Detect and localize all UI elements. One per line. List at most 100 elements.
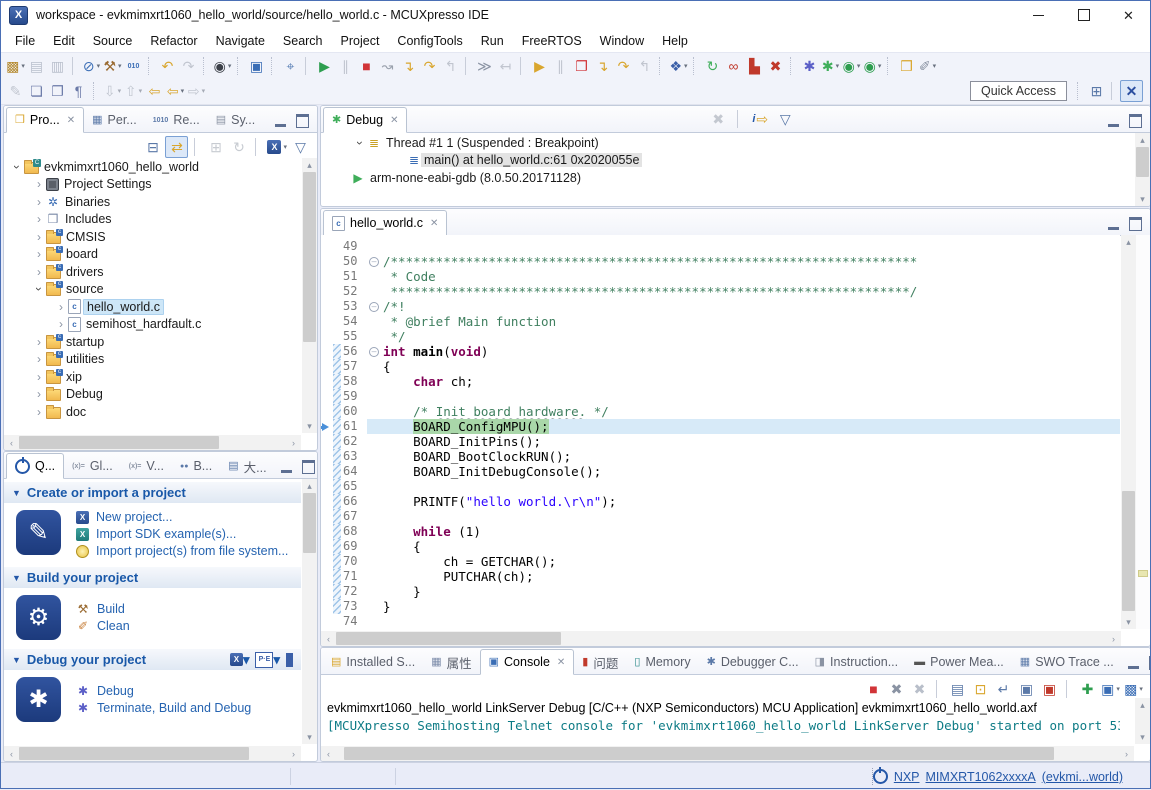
tab-project-explorer[interactable]: ❒Pro...✕ [6,107,84,133]
display-console-icon[interactable]: ▣▾ [1100,679,1121,699]
tab-power-measurement[interactable]: ▬Power Mea... [906,650,1012,674]
pin-console-icon[interactable]: ✚ [1077,679,1098,699]
scroll-down-arrow[interactable]: ▾ [1121,615,1136,629]
tab-global-variables[interactable]: (x)=Gl... [64,454,121,478]
code-line-59[interactable]: 59 [321,389,1120,404]
code-line-65[interactable]: 65 [321,479,1120,494]
minimize-view-icon[interactable] [1128,657,1139,669]
step-return-icon[interactable]: ↰ [440,56,461,76]
tab-close-icon[interactable]: ✕ [67,115,75,126]
pin-editor-icon[interactable]: ❏ [26,81,47,101]
code-line-69[interactable]: 69 { [321,539,1120,554]
tab-peripherals[interactable]: ▦Per... [84,108,145,132]
menu-search[interactable]: Search [274,32,332,50]
code-line-58[interactable]: 58 char ch; [321,374,1120,389]
code-editor[interactable]: 4950–/**********************************… [321,235,1120,629]
develop-perspective-button[interactable]: ✕ [1120,80,1143,102]
menu-navigate[interactable]: Navigate [207,32,274,50]
fold-collapse-icon[interactable]: – [369,302,379,312]
tree-item-includes[interactable]: ›❒Includes [6,211,301,229]
tab-quickstart[interactable]: Q... [6,453,64,479]
code-line-71[interactable]: 71 PUTCHAR(ch); [321,569,1120,584]
build-link[interactable]: ⚒Build [76,602,130,616]
tree-item-doc[interactable]: ›doc [6,403,301,421]
sdk-console-icon[interactable]: ▣ [246,56,267,76]
scroll-down-arrow[interactable]: ▾ [302,419,317,433]
code-line-53[interactable]: 53–/*! [321,299,1120,314]
open-resource-icon[interactable]: ❒ [896,56,917,76]
fold-collapse-icon[interactable]: – [369,257,379,267]
menu-configtools[interactable]: ConfigTools [388,32,471,50]
tab-registers[interactable]: 1010Re... [145,108,208,132]
menu-file[interactable]: File [6,32,44,50]
tab-problems[interactable]: ▮问题 [574,650,626,674]
code-line-61[interactable]: 61 BOARD_ConfigMPU(); [321,419,1120,434]
tab-breakpoints[interactable]: ●●B... [172,454,220,478]
tree-item-binaries[interactable]: ›✲Binaries [6,193,301,211]
show-source-icon[interactable]: ❐ [47,81,68,101]
terminate-icon[interactable]: ■ [356,56,377,76]
tree-item-semihost-hardfault-c[interactable]: ›csemihost_hardfault.c [6,316,301,334]
tab-hello-world-c[interactable]: c hello_world.c ✕ [323,210,447,236]
redo-icon[interactable]: ↷ [178,56,199,76]
expand-arrow-icon[interactable]: › [54,300,68,314]
tab-swo-trace[interactable]: ▦SWO Trace ... [1012,650,1122,674]
overview-ruler[interactable] [1135,235,1150,629]
maximize-button[interactable] [1061,0,1106,30]
debug-gdb-row[interactable]: ▶arm-none-eabi-gdb (8.0.50.20171128) [323,169,1134,187]
overview-marker[interactable] [1138,570,1148,577]
expand-arrow-icon[interactable]: › [32,177,46,191]
save-all-icon[interactable]: ▥ [47,56,68,76]
link-with-editor-icon[interactable]: ⇄ [165,136,188,158]
code-line-62[interactable]: 62 BOARD_InitPins(); [321,434,1120,449]
step-into-alt-icon[interactable]: ↴ [592,56,613,76]
scroll-right-arrow[interactable]: › [286,435,301,450]
terminate-icon[interactable]: ■ [863,679,884,699]
debug-frame-row[interactable]: ≣main() at hello_world.c:61 0x2020055e [323,152,1134,170]
debug-thread-row[interactable]: ›≣Thread #1 1 (Suspended : Breakpoint) [323,134,1134,152]
code-line-64[interactable]: 64 BOARD_InitDebugConsole(); [321,464,1120,479]
scroll-left-arrow[interactable]: ‹ [321,746,336,761]
refresh-view-icon[interactable]: ↻ [228,137,249,157]
tab-installed-sdks[interactable]: ▤Installed S... [323,650,423,674]
minimize-view-icon[interactable] [1108,115,1119,127]
editor-vscrollbar[interactable]: ▴ ▾ [1121,235,1136,629]
expand-arrow-icon[interactable]: › [54,317,68,331]
undo-icon[interactable]: ↶ [157,56,178,76]
scroll-down-arrow[interactable]: ▾ [302,730,317,744]
tab-close-icon[interactable]: ✕ [557,657,565,668]
jlink-probe-button[interactable] [286,653,293,667]
annotate-icon[interactable]: ✐▾ [917,56,938,76]
new-wizard-icon[interactable]: ▩▾ [5,56,26,76]
restart-icon[interactable]: ▶ [529,56,550,76]
remove-all-terminated-icon[interactable]: ✖ [708,109,729,129]
scrollbar-thumb[interactable] [19,436,219,449]
debug-link[interactable]: ✱Debug [76,684,251,698]
menu-run[interactable]: Run [472,32,513,50]
scroll-down-arrow[interactable]: ▾ [1135,192,1150,206]
step-filters-icon[interactable]: ↝ [377,56,398,76]
quickstart-hscrollbar[interactable]: ‹ › [4,746,301,761]
tab-properties[interactable]: ▦属性 [423,650,479,674]
scrollbar-thumb[interactable] [303,172,316,342]
scroll-right-arrow[interactable]: › [286,746,301,761]
tree-item-startup[interactable]: ›startup [6,333,301,351]
code-line-60[interactable]: 60 /* Init board hardware. */ [321,404,1120,419]
vendor-link[interactable]: NXP [894,770,920,784]
code-line-54[interactable]: 54 * @brief Main function [321,314,1120,329]
code-line-66[interactable]: 66 PRINTF("hello world.\r\n"); [321,494,1120,509]
tab-debugger-console[interactable]: ✱Debugger C... [699,650,807,674]
tree-item-utilities[interactable]: ›utilities [6,351,301,369]
tab-console[interactable]: ▣Console✕ [480,649,575,675]
menu-freertos[interactable]: FreeRTOS [513,32,591,50]
scroll-lock-icon[interactable]: ⊡ [970,679,991,699]
menu-window[interactable]: Window [591,32,653,50]
device-link[interactable]: MIMXRT1062xxxxA [926,770,1036,784]
expand-arrow-icon[interactable]: › [32,265,46,279]
maximize-view-icon[interactable] [296,114,309,128]
scroll-left-arrow[interactable]: ‹ [321,631,336,646]
scroll-left-arrow[interactable]: ‹ [4,435,19,450]
editor-hscrollbar[interactable]: ‹ › [321,631,1121,646]
minimize-button[interactable] [1016,0,1061,30]
menu-source[interactable]: Source [84,32,142,50]
